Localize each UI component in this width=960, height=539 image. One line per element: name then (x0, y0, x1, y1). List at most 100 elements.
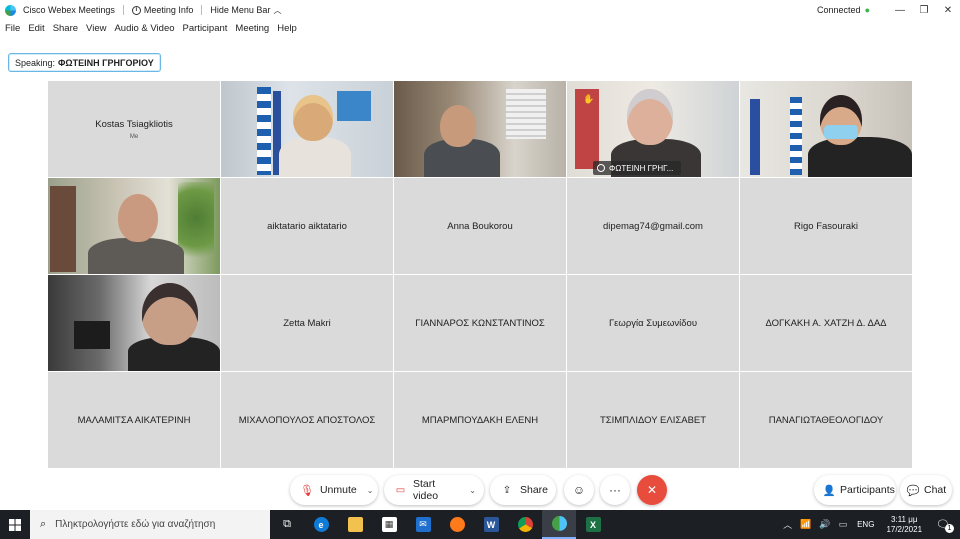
hide-menu-bar-label: Hide Menu Bar (210, 5, 271, 15)
excel-button[interactable]: X (576, 510, 610, 539)
participant-name: Anna Boukorou (447, 220, 513, 232)
connection-status: Connected (817, 5, 861, 15)
person-image (440, 105, 476, 147)
firefox-button[interactable] (440, 510, 474, 539)
task-view-button[interactable]: ⧉ (270, 510, 304, 539)
unmute-label: Unmute (319, 484, 357, 496)
video-feed (740, 81, 912, 177)
person-image (88, 238, 184, 274)
word-button[interactable]: W (474, 510, 508, 539)
language-indicator[interactable]: ENG (857, 520, 874, 529)
mail-icon: ✉ (415, 517, 431, 532)
network-icon[interactable]: 📶 (800, 519, 811, 530)
participant-tile[interactable]: ΜΙΧΑΛΟΠΟΥΛΟΣ ΑΠΟΣΤΟΛΟΣ (221, 372, 393, 468)
share-icon: ⇪ (502, 484, 512, 496)
person-image (808, 137, 912, 177)
store-button[interactable]: ▦ (372, 510, 406, 539)
start-button[interactable] (0, 510, 30, 539)
close-window-button[interactable]: ✕ (936, 0, 960, 20)
app-name: Cisco Webex Meetings (23, 5, 115, 15)
chrome-button[interactable] (508, 510, 542, 539)
meeting-info-button[interactable]: i Meeting Info (131, 5, 193, 15)
participant-tile[interactable]: ΠΑΝΑΓΙΩΤΑΘΕΟΛΟΓΙΔΟΥ (740, 372, 912, 468)
edge-app-button[interactable]: e (304, 510, 338, 539)
coat-image (50, 186, 76, 272)
volume-icon[interactable]: 🔊 (819, 519, 830, 530)
participant-tile[interactable]: Anna Boukorou (394, 178, 566, 274)
menu-help[interactable]: Help (273, 23, 301, 39)
firefox-icon (449, 517, 465, 532)
audio-icon (597, 164, 605, 172)
edge-icon: e (313, 517, 329, 532)
menu-participant[interactable]: Participant (179, 23, 232, 39)
participant-name-chip: ΦΩΤΕΙΝΗ ΓΡΗΓ... (593, 161, 682, 175)
chevron-up-icon: ︿ (273, 5, 282, 15)
participant-video-tile[interactable] (48, 275, 220, 371)
participants-button[interactable]: 👤 Participants (814, 475, 896, 505)
participant-video-tile[interactable] (740, 81, 912, 177)
participant-video-tile-active[interactable]: ✋ ΦΩΤΕΙΝΗ ΓΡΗΓ... (567, 81, 739, 177)
person-image (142, 283, 198, 345)
active-speaker-name: ΦΩΤΕΙΝΗ ΓΡΗΓΟΡΙΟΥ (58, 57, 154, 68)
start-video-button[interactable]: ▭ Start video ⌄ (384, 475, 484, 505)
menu-meeting[interactable]: Meeting (231, 23, 273, 39)
notification-center-button[interactable]: 🗨 1 (936, 518, 954, 533)
taskbar-search-input[interactable]: ⌕ Πληκτρολογήστε εδώ για αναζήτηση (30, 510, 270, 539)
participant-tile[interactable]: ΜΑΛΑΜΙΤΣΑ ΑΙΚΑΤΕΡΙΝΗ (48, 372, 220, 468)
participant-tile[interactable]: aiktatario aiktatario (221, 178, 393, 274)
app-title: Cisco Webex Meetings (0, 4, 115, 16)
end-meeting-button[interactable]: ✕ (637, 475, 667, 505)
webex-icon (551, 516, 567, 531)
hide-menu-bar-button[interactable]: Hide Menu Bar ︿ (210, 5, 281, 16)
participant-name: aiktatario aiktatario (267, 220, 347, 232)
task-view-icon: ⧉ (283, 518, 291, 530)
person-image (118, 194, 158, 242)
participant-tile[interactable]: dipemag74@gmail.com (567, 178, 739, 274)
person-image (279, 137, 351, 177)
clock[interactable]: 3:11 μμ 17/2/2021 (886, 515, 922, 535)
participant-tile-self[interactable]: Kostas Tsiagkliotis Me (48, 81, 220, 177)
chevron-down-icon[interactable]: ⌄ (469, 486, 476, 495)
file-explorer-button[interactable] (338, 510, 372, 539)
menu-edit[interactable]: Edit (24, 23, 48, 39)
minimize-button[interactable]: — (888, 0, 912, 20)
search-placeholder: Πληκτρολογήστε εδώ για αναζήτηση (55, 519, 216, 530)
unmute-button[interactable]: 🎙 Unmute ⌄ (290, 475, 378, 505)
restore-button[interactable]: ❐ (912, 0, 936, 20)
reactions-button[interactable]: ☺ (564, 475, 594, 505)
flag-image (790, 97, 802, 175)
menu-view[interactable]: View (82, 23, 110, 39)
participant-tile[interactable]: ΓΙΑΝΝΑΡΟΣ ΚΩΝΣΤΑΝΤΙΝΟΣ (394, 275, 566, 371)
participant-name: ΔΟΓΚΑΚΗ Α. ΧΑΤΖΗ Δ. ΔΑΔ (765, 317, 887, 329)
menu-file[interactable]: File (0, 23, 24, 39)
participant-name: ΦΩΤΕΙΝΗ ΓΡΗΓ... (609, 163, 674, 173)
share-button[interactable]: ⇪ Share (490, 475, 556, 505)
battery-icon[interactable]: ▭ (839, 519, 848, 530)
participant-name: ΜΠΑΡΜΠΟΥΔΑΚΗ ΕΛΕΝΗ (421, 414, 539, 426)
participant-tile[interactable]: Zetta Makri (221, 275, 393, 371)
chat-button[interactable]: 💬 Chat (900, 475, 952, 505)
clock-date: 17/2/2021 (886, 524, 923, 534)
webex-window: Cisco Webex Meetings i Meeting Info Hide… (0, 0, 960, 539)
participant-tile[interactable]: Γεωργία Συμεωνίδου (567, 275, 739, 371)
participant-name: Kostas Tsiagkliotis (95, 118, 173, 130)
face-mask-image (824, 125, 858, 139)
participant-tile[interactable]: ΜΠΑΡΜΠΟΥΔΑΚΗ ΕΛΕΝΗ (394, 372, 566, 468)
more-options-button[interactable]: ··· (600, 475, 630, 505)
chevron-down-icon[interactable]: ⌄ (367, 486, 374, 495)
participant-tile[interactable]: ΤΣΙΜΠΛΙΔΟΥ ΕΛΙΣΑΒΕΤ (567, 372, 739, 468)
chevron-up-icon[interactable]: ︿ (783, 518, 792, 531)
menu-share[interactable]: Share (49, 23, 82, 39)
participant-video-tile[interactable] (221, 81, 393, 177)
participant-tile[interactable]: Rigo Fasouraki (740, 178, 912, 274)
participant-tile[interactable]: ΔΟΓΚΑΚΗ Α. ΧΑΤΖΗ Δ. ΔΑΔ (740, 275, 912, 371)
participant-video-tile[interactable] (48, 178, 220, 274)
divider (201, 5, 203, 15)
mail-button[interactable]: ✉ (406, 510, 440, 539)
folder-icon (347, 517, 363, 532)
webex-taskbar-button[interactable] (542, 510, 576, 539)
menu-audio-video[interactable]: Audio & Video (110, 23, 178, 39)
participant-video-tile[interactable] (394, 81, 566, 177)
person-image (627, 89, 673, 145)
webex-logo-icon (5, 4, 16, 16)
